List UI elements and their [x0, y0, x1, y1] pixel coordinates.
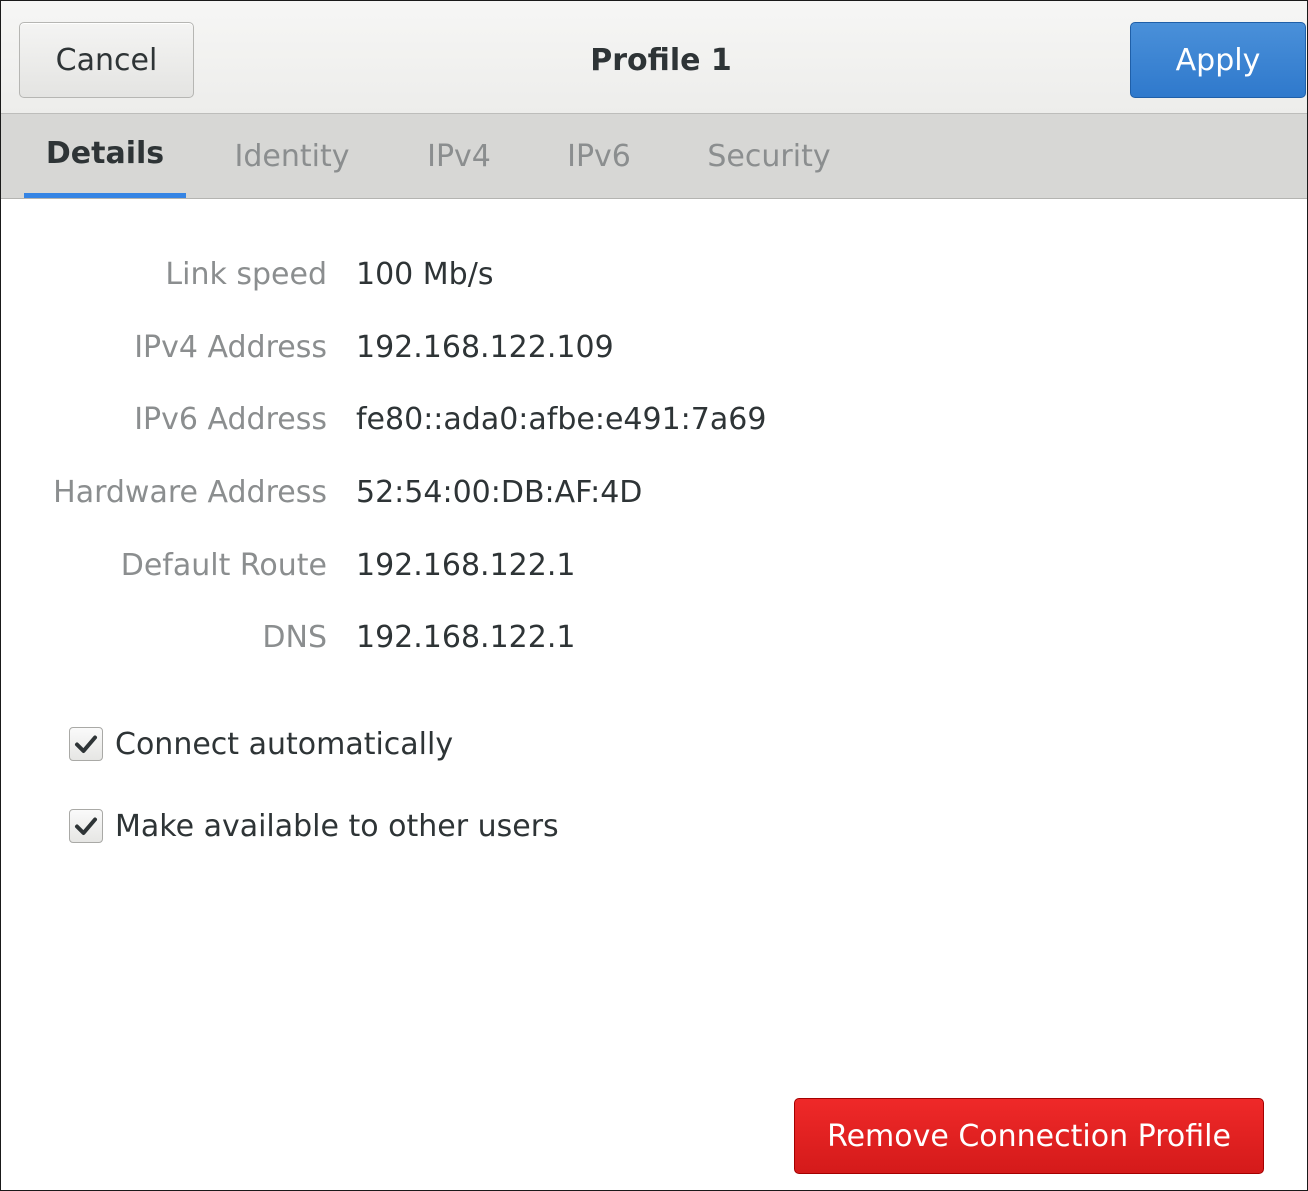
connection-profile-dialog: Cancel Profile 1 Apply Details Identity …: [0, 0, 1308, 1191]
checkmark-icon: [75, 735, 97, 753]
link-speed-label: Link speed: [165, 257, 327, 292]
tab-security[interactable]: Security: [689, 114, 849, 198]
detail-row-link-speed: Link speed 100 Mb/s: [1, 257, 1307, 297]
connect-automatically-option[interactable]: Connect automatically: [69, 724, 453, 764]
header-bar: Cancel Profile 1 Apply: [1, 1, 1307, 114]
detail-row-default-route: Default Route 192.168.122.1: [1, 548, 1307, 588]
hardware-address-label: Hardware Address: [53, 475, 327, 510]
ipv6-address-label: IPv6 Address: [134, 402, 327, 437]
checkmark-icon: [75, 817, 97, 835]
detail-row-ipv6-address: IPv6 Address fe80::ada0:afbe:e491:7a69: [1, 402, 1307, 442]
link-speed-value: 100 Mb/s: [356, 257, 494, 292]
dns-label: DNS: [262, 620, 327, 655]
available-to-other-users-option[interactable]: Make available to other users: [69, 806, 559, 846]
connect-automatically-label: Connect automatically: [115, 726, 454, 762]
ipv6-address-value: fe80::ada0:afbe:e491:7a69: [356, 402, 767, 437]
available-to-other-users-checkbox[interactable]: [69, 809, 103, 843]
ipv4-address-value: 192.168.122.109: [356, 330, 614, 365]
tab-details[interactable]: Details: [24, 114, 186, 198]
connect-automatically-checkbox[interactable]: [69, 727, 103, 761]
dialog-title: Profile 1: [590, 42, 732, 78]
tab-ipv6[interactable]: IPv6: [549, 114, 649, 198]
cancel-button[interactable]: Cancel: [19, 22, 194, 98]
dns-value: 192.168.122.1: [356, 620, 576, 655]
detail-row-dns: DNS 192.168.122.1: [1, 620, 1307, 660]
apply-button[interactable]: Apply: [1130, 22, 1306, 98]
tab-identity[interactable]: Identity: [213, 114, 371, 198]
hardware-address-value: 52:54:00:DB:AF:4D: [356, 475, 643, 510]
detail-row-ipv4-address: IPv4 Address 192.168.122.109: [1, 330, 1307, 370]
remove-connection-profile-button[interactable]: Remove Connection Profile: [794, 1098, 1264, 1174]
default-route-label: Default Route: [120, 548, 327, 583]
available-to-other-users-label: Make available to other users: [115, 808, 559, 844]
detail-row-hardware-address: Hardware Address 52:54:00:DB:AF:4D: [1, 475, 1307, 515]
tab-bar: Details Identity IPv4 IPv6 Security: [1, 114, 1307, 199]
ipv4-address-label: IPv4 Address: [134, 330, 327, 365]
default-route-value: 192.168.122.1: [356, 548, 576, 583]
tab-ipv4[interactable]: IPv4: [409, 114, 509, 198]
